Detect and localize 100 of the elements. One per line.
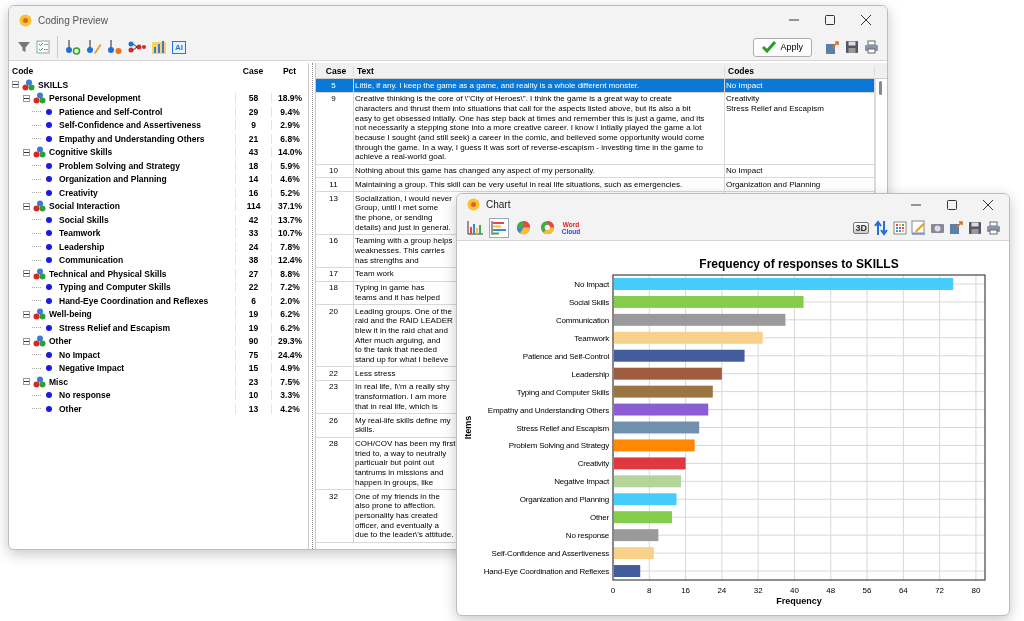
tick-label: 8: [647, 586, 652, 595]
code-dot-icon: [46, 189, 52, 196]
checklist-icon[interactable]: [36, 40, 50, 54]
bar-chart-icon: [491, 220, 507, 235]
3d-toggle[interactable]: 3D: [853, 221, 869, 234]
code-label[interactable]: Cognitive Skills: [49, 147, 113, 158]
code-label[interactable]: Negative Impact: [59, 363, 125, 374]
code-label[interactable]: Communication: [59, 255, 124, 266]
export-icon[interactable]: [825, 39, 840, 55]
case-count: 14: [248, 174, 259, 185]
collapse-toggle[interactable]: [23, 310, 30, 318]
camera-icon[interactable]: [930, 221, 945, 235]
frequency-bar: [614, 457, 686, 470]
column-header[interactable]: Text: [354, 65, 725, 76]
apply-button[interactable]: Apply: [753, 37, 812, 57]
column-header[interactable]: Codes: [725, 65, 875, 76]
code-group-icon: [33, 146, 46, 159]
code-label[interactable]: Other: [59, 403, 82, 414]
case-cell[interactable]: 28: [316, 437, 354, 489]
chart-report-icon[interactable]: [151, 39, 167, 55]
code-label[interactable]: Teamwork: [59, 228, 101, 239]
code-label[interactable]: Social Skills: [59, 214, 109, 225]
collapse-toggle[interactable]: [23, 202, 30, 210]
code-dot-icon: [46, 324, 52, 331]
code-label[interactable]: Creativity: [59, 187, 98, 198]
swap-order-icon[interactable]: [873, 219, 889, 236]
code-label[interactable]: Technical and Physical Skills: [49, 268, 167, 279]
code-label[interactable]: Well-being: [49, 309, 92, 320]
collapse-toggle[interactable]: [12, 81, 19, 89]
case-cell[interactable]: 16: [316, 234, 354, 267]
edit-code-icon[interactable]: [86, 39, 102, 55]
code-dot-icon: [46, 176, 52, 183]
case-cell[interactable]: 10: [316, 164, 354, 178]
code-label[interactable]: Problem Solving and Strategy: [59, 160, 180, 171]
code-label[interactable]: Empathy and Understanding Others: [59, 133, 205, 144]
ai-button[interactable]: AI: [172, 40, 186, 54]
collapse-toggle[interactable]: [23, 337, 30, 345]
code-label[interactable]: Social Interaction: [49, 201, 120, 212]
maximize-icon[interactable]: [947, 199, 957, 210]
frequency-bar: [614, 547, 654, 560]
column-header[interactable]: Case: [235, 65, 271, 76]
code-dot-icon: [46, 297, 52, 304]
code-label[interactable]: SKILLS: [38, 79, 69, 90]
pie-chart-icon: [515, 220, 531, 236]
case-cell[interactable]: 23: [316, 381, 354, 414]
case-cell[interactable]: 32: [316, 490, 354, 542]
frequency-bar: [614, 565, 641, 577]
save-icon[interactable]: [845, 40, 859, 54]
code-label[interactable]: Organization and Planning: [59, 174, 167, 185]
code-dot-icon: [46, 135, 52, 142]
case-cell[interactable]: 17: [316, 267, 354, 281]
maximize-icon[interactable]: [825, 15, 835, 25]
case-cell[interactable]: 20: [316, 305, 354, 367]
scrollbar-thumb[interactable]: [879, 81, 882, 95]
close-icon[interactable]: [861, 15, 871, 25]
code-label[interactable]: Patience and Self-Control: [59, 106, 163, 117]
window-title: Coding Preview: [38, 14, 110, 26]
case-count: 15: [248, 363, 259, 374]
code-label[interactable]: Leadership: [59, 241, 105, 252]
code-label[interactable]: Self-Confidence and Assertiveness: [59, 120, 201, 131]
export-icon[interactable]: [949, 220, 964, 236]
case-cell[interactable]: 9: [316, 92, 354, 164]
close-icon[interactable]: [983, 199, 993, 210]
percent-value: 7.2%: [280, 282, 300, 293]
tick-label: 32: [753, 586, 763, 595]
column-header[interactable]: Case: [316, 65, 354, 76]
code-label[interactable]: Other: [49, 336, 72, 347]
case-cell[interactable]: 18: [316, 281, 354, 305]
code-label[interactable]: Hand-Eye Coordination and Reflexes: [59, 295, 209, 306]
add-code-icon[interactable]: [65, 39, 81, 55]
case-cell[interactable]: 5: [316, 79, 354, 92]
column-header[interactable]: Code: [9, 65, 235, 76]
filter-icon[interactable]: [17, 40, 31, 54]
save-icon[interactable]: [968, 220, 982, 235]
case-cell[interactable]: 22: [316, 367, 354, 380]
code-label[interactable]: Stress Relief and Escapism: [59, 322, 171, 333]
frequency-bar: [614, 511, 672, 524]
case-cell[interactable]: 13: [316, 192, 354, 234]
code-dot-icon: [46, 257, 52, 264]
code-label[interactable]: No Impact: [59, 349, 101, 360]
category-label: Organization and Planning: [519, 495, 609, 505]
case-cell[interactable]: 26: [316, 414, 354, 437]
code-label[interactable]: Typing and Computer Skills: [59, 282, 171, 293]
collapse-toggle[interactable]: [23, 270, 30, 278]
collapse-toggle[interactable]: [23, 378, 30, 386]
print-icon[interactable]: [864, 40, 879, 54]
code-label[interactable]: Misc: [49, 376, 68, 387]
case-cell[interactable]: 11: [316, 178, 354, 192]
column-header[interactable]: Pct: [271, 65, 308, 76]
delete-code-icon[interactable]: [107, 39, 123, 55]
edit-chart-icon[interactable]: [911, 220, 926, 236]
merge-codes-icon[interactable]: [128, 39, 146, 55]
color-palette-icon[interactable]: [893, 220, 907, 235]
case-count: 33: [248, 228, 259, 239]
collapse-toggle[interactable]: [23, 94, 30, 102]
chart-type-button[interactable]: [489, 217, 509, 238]
print-icon[interactable]: [986, 220, 1001, 235]
code-label[interactable]: Personal Development: [49, 93, 141, 104]
collapse-toggle[interactable]: [23, 148, 30, 156]
code-label[interactable]: No response: [59, 390, 111, 401]
